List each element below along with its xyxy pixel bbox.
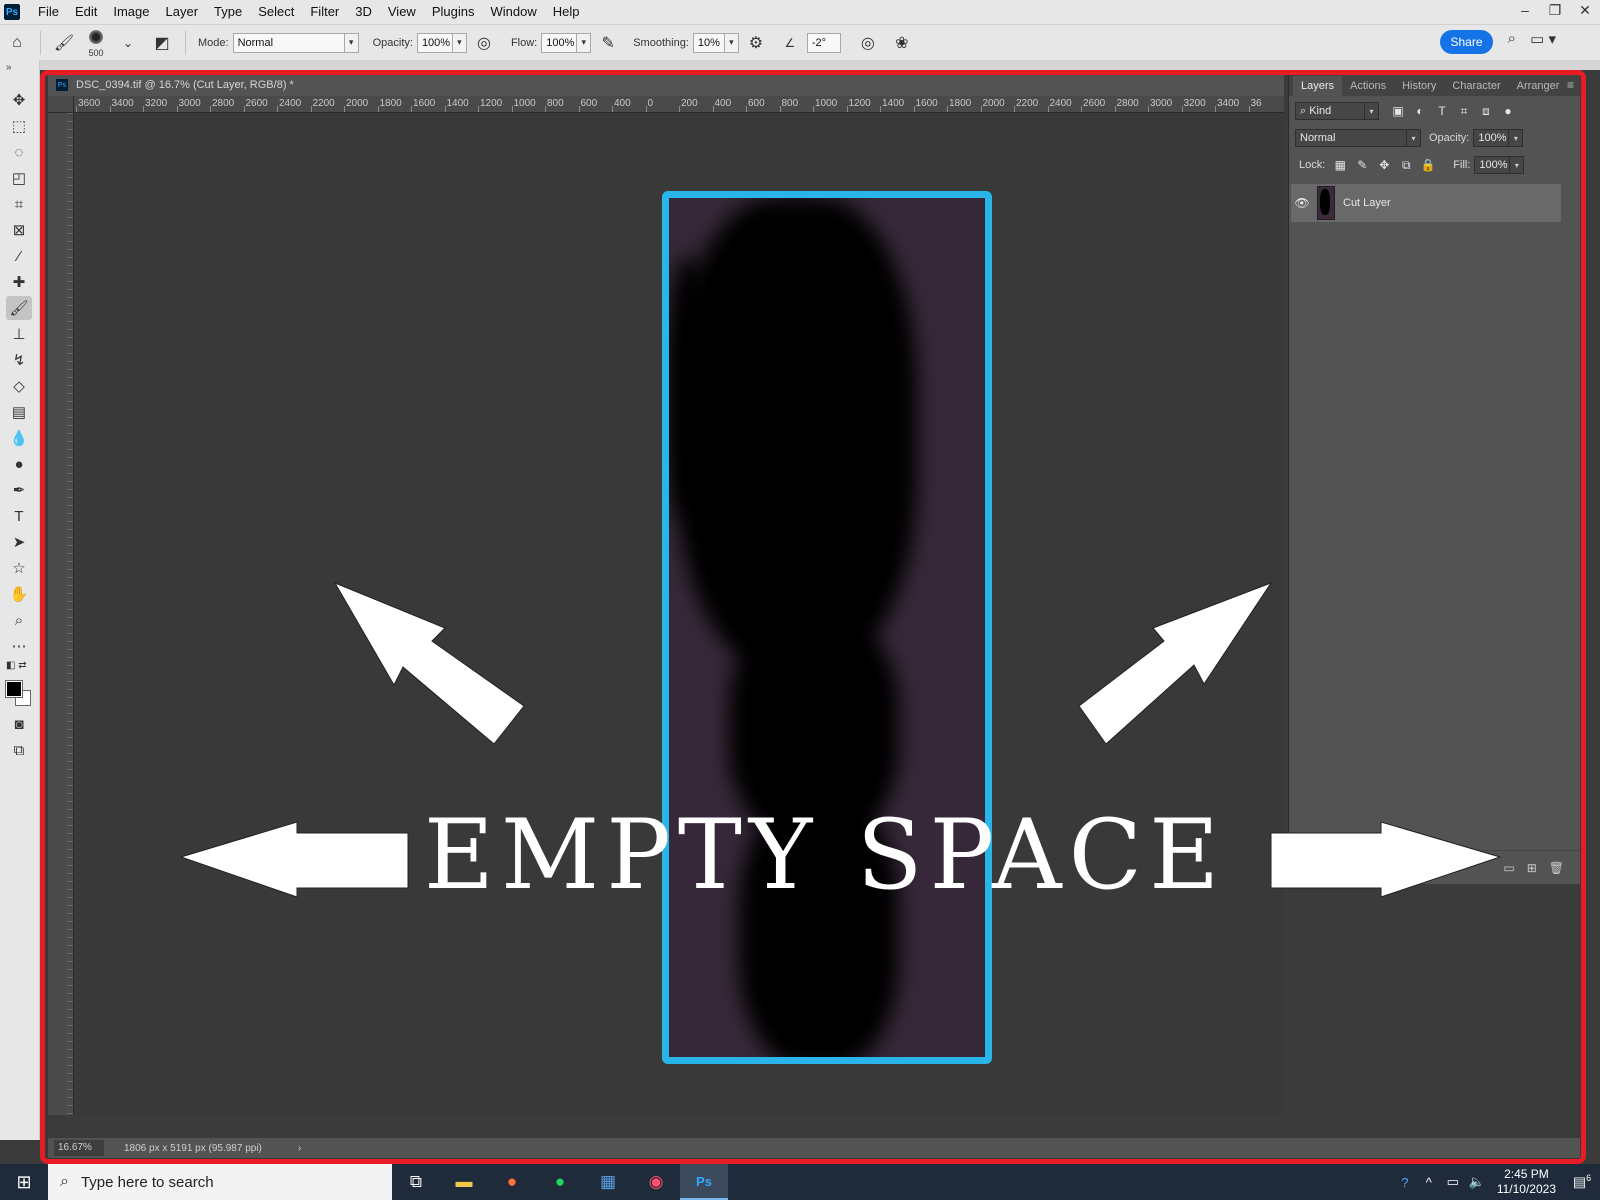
- system-tray: ? ^ ▭ 🔈 2:45 PM 11/10/2023 ▤6: [1393, 1164, 1600, 1200]
- clock-time: 2:45 PM: [1504, 1167, 1549, 1181]
- empty-space-annotation: EMPTY SPACE: [423, 799, 1227, 911]
- notification-count: 6: [1586, 1173, 1592, 1184]
- chevron-up-icon[interactable]: ^: [1417, 1175, 1441, 1190]
- search-icon: ⌕: [60, 1173, 69, 1190]
- notification-center-icon[interactable]: ▤6: [1564, 1173, 1600, 1191]
- windows-start-icon[interactable]: ⊞: [0, 1164, 48, 1200]
- help-icon[interactable]: ?: [1393, 1175, 1417, 1190]
- network-icon[interactable]: ▭: [1441, 1174, 1465, 1190]
- arrow-up-right: [1078, 581, 1273, 745]
- clock[interactable]: 2:45 PM 11/10/2023: [1497, 1167, 1556, 1197]
- arrows-overlay: [179, 581, 1502, 898]
- arrow-up-left: [333, 581, 525, 745]
- clock-date: 11/10/2023: [1496, 1182, 1556, 1196]
- firefox-icon[interactable]: ●: [488, 1164, 536, 1200]
- taskbar-search[interactable]: ⌕ Type here to search: [48, 1164, 392, 1200]
- windows-taskbar: ⊞ ⌕ Type here to search ⧉ ▬ ● ● ▦ ◉ Ps ?…: [0, 1164, 1600, 1200]
- file-explorer-icon[interactable]: ▬: [440, 1164, 488, 1200]
- calculator-icon[interactable]: ▦: [584, 1164, 632, 1200]
- task-view-icon[interactable]: ⧉: [392, 1164, 440, 1200]
- photoshop-taskbar-icon[interactable]: Ps: [680, 1164, 728, 1200]
- volume-icon[interactable]: 🔈: [1465, 1174, 1489, 1190]
- spotify-icon[interactable]: ●: [536, 1164, 584, 1200]
- creative-cloud-icon[interactable]: ◉: [632, 1164, 680, 1200]
- search-placeholder: Type here to search: [80, 1173, 214, 1191]
